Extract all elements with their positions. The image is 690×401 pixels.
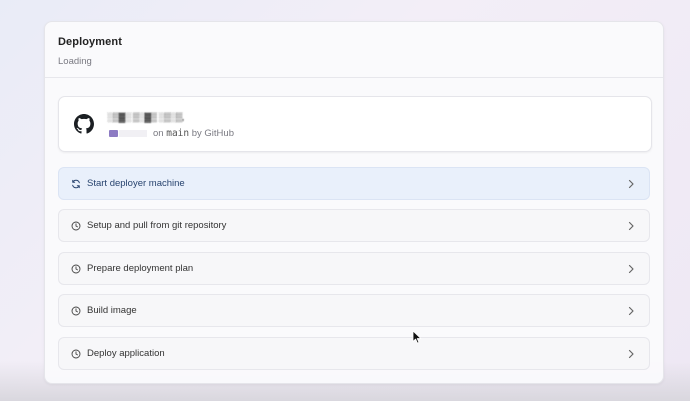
step-build-image[interactable]: Build image — [58, 294, 650, 327]
step-start-deployer-machine[interactable]: Start deployer machine — [58, 167, 650, 200]
chevron-right-icon — [628, 306, 634, 316]
chevron-right-icon — [628, 221, 634, 231]
step-setup-and-pull[interactable]: Setup and pull from git repository — [58, 209, 650, 242]
step-deploy-application[interactable]: Deploy application — [58, 337, 650, 370]
step-label: Prepare deployment plan — [87, 263, 194, 274]
redacted-owner — [109, 130, 118, 137]
clock-icon — [71, 264, 81, 274]
branch-name: main — [166, 128, 190, 139]
on-label: on — [153, 128, 164, 139]
repository-card: ░▒▓░ ▒░▓▒ ░▒░▒, on main by GitHub — [58, 96, 652, 152]
chevron-right-icon — [628, 264, 634, 274]
redacted-text — [119, 130, 147, 137]
chevron-right-icon — [628, 179, 634, 189]
panel-title: Deployment — [58, 36, 122, 48]
panel-header: Deployment Loading — [45, 22, 663, 78]
step-label: Setup and pull from git repository — [87, 220, 227, 231]
provider-label: by GitHub — [191, 128, 234, 139]
step-label: Build image — [87, 305, 137, 316]
deployment-panel: Deployment Loading ░▒▓░ ▒░▓▒ ░▒░▒, on ma… — [44, 21, 664, 384]
chevron-right-icon — [628, 349, 634, 359]
clock-icon — [71, 221, 81, 231]
step-label: Start deployer machine — [87, 178, 185, 189]
clock-icon — [71, 306, 81, 316]
step-prepare-deployment-plan[interactable]: Prepare deployment plan — [58, 252, 650, 285]
step-label: Deploy application — [87, 348, 165, 359]
repository-name[interactable]: ░▒▓░ ▒░▓▒ ░▒░▒, — [107, 112, 184, 122]
refresh-icon — [72, 179, 80, 189]
status-text: Loading — [58, 56, 92, 67]
github-icon — [74, 114, 94, 134]
branch-line: on main by GitHub — [153, 128, 234, 139]
mouse-cursor-icon — [412, 330, 422, 344]
clock-icon — [71, 349, 81, 359]
